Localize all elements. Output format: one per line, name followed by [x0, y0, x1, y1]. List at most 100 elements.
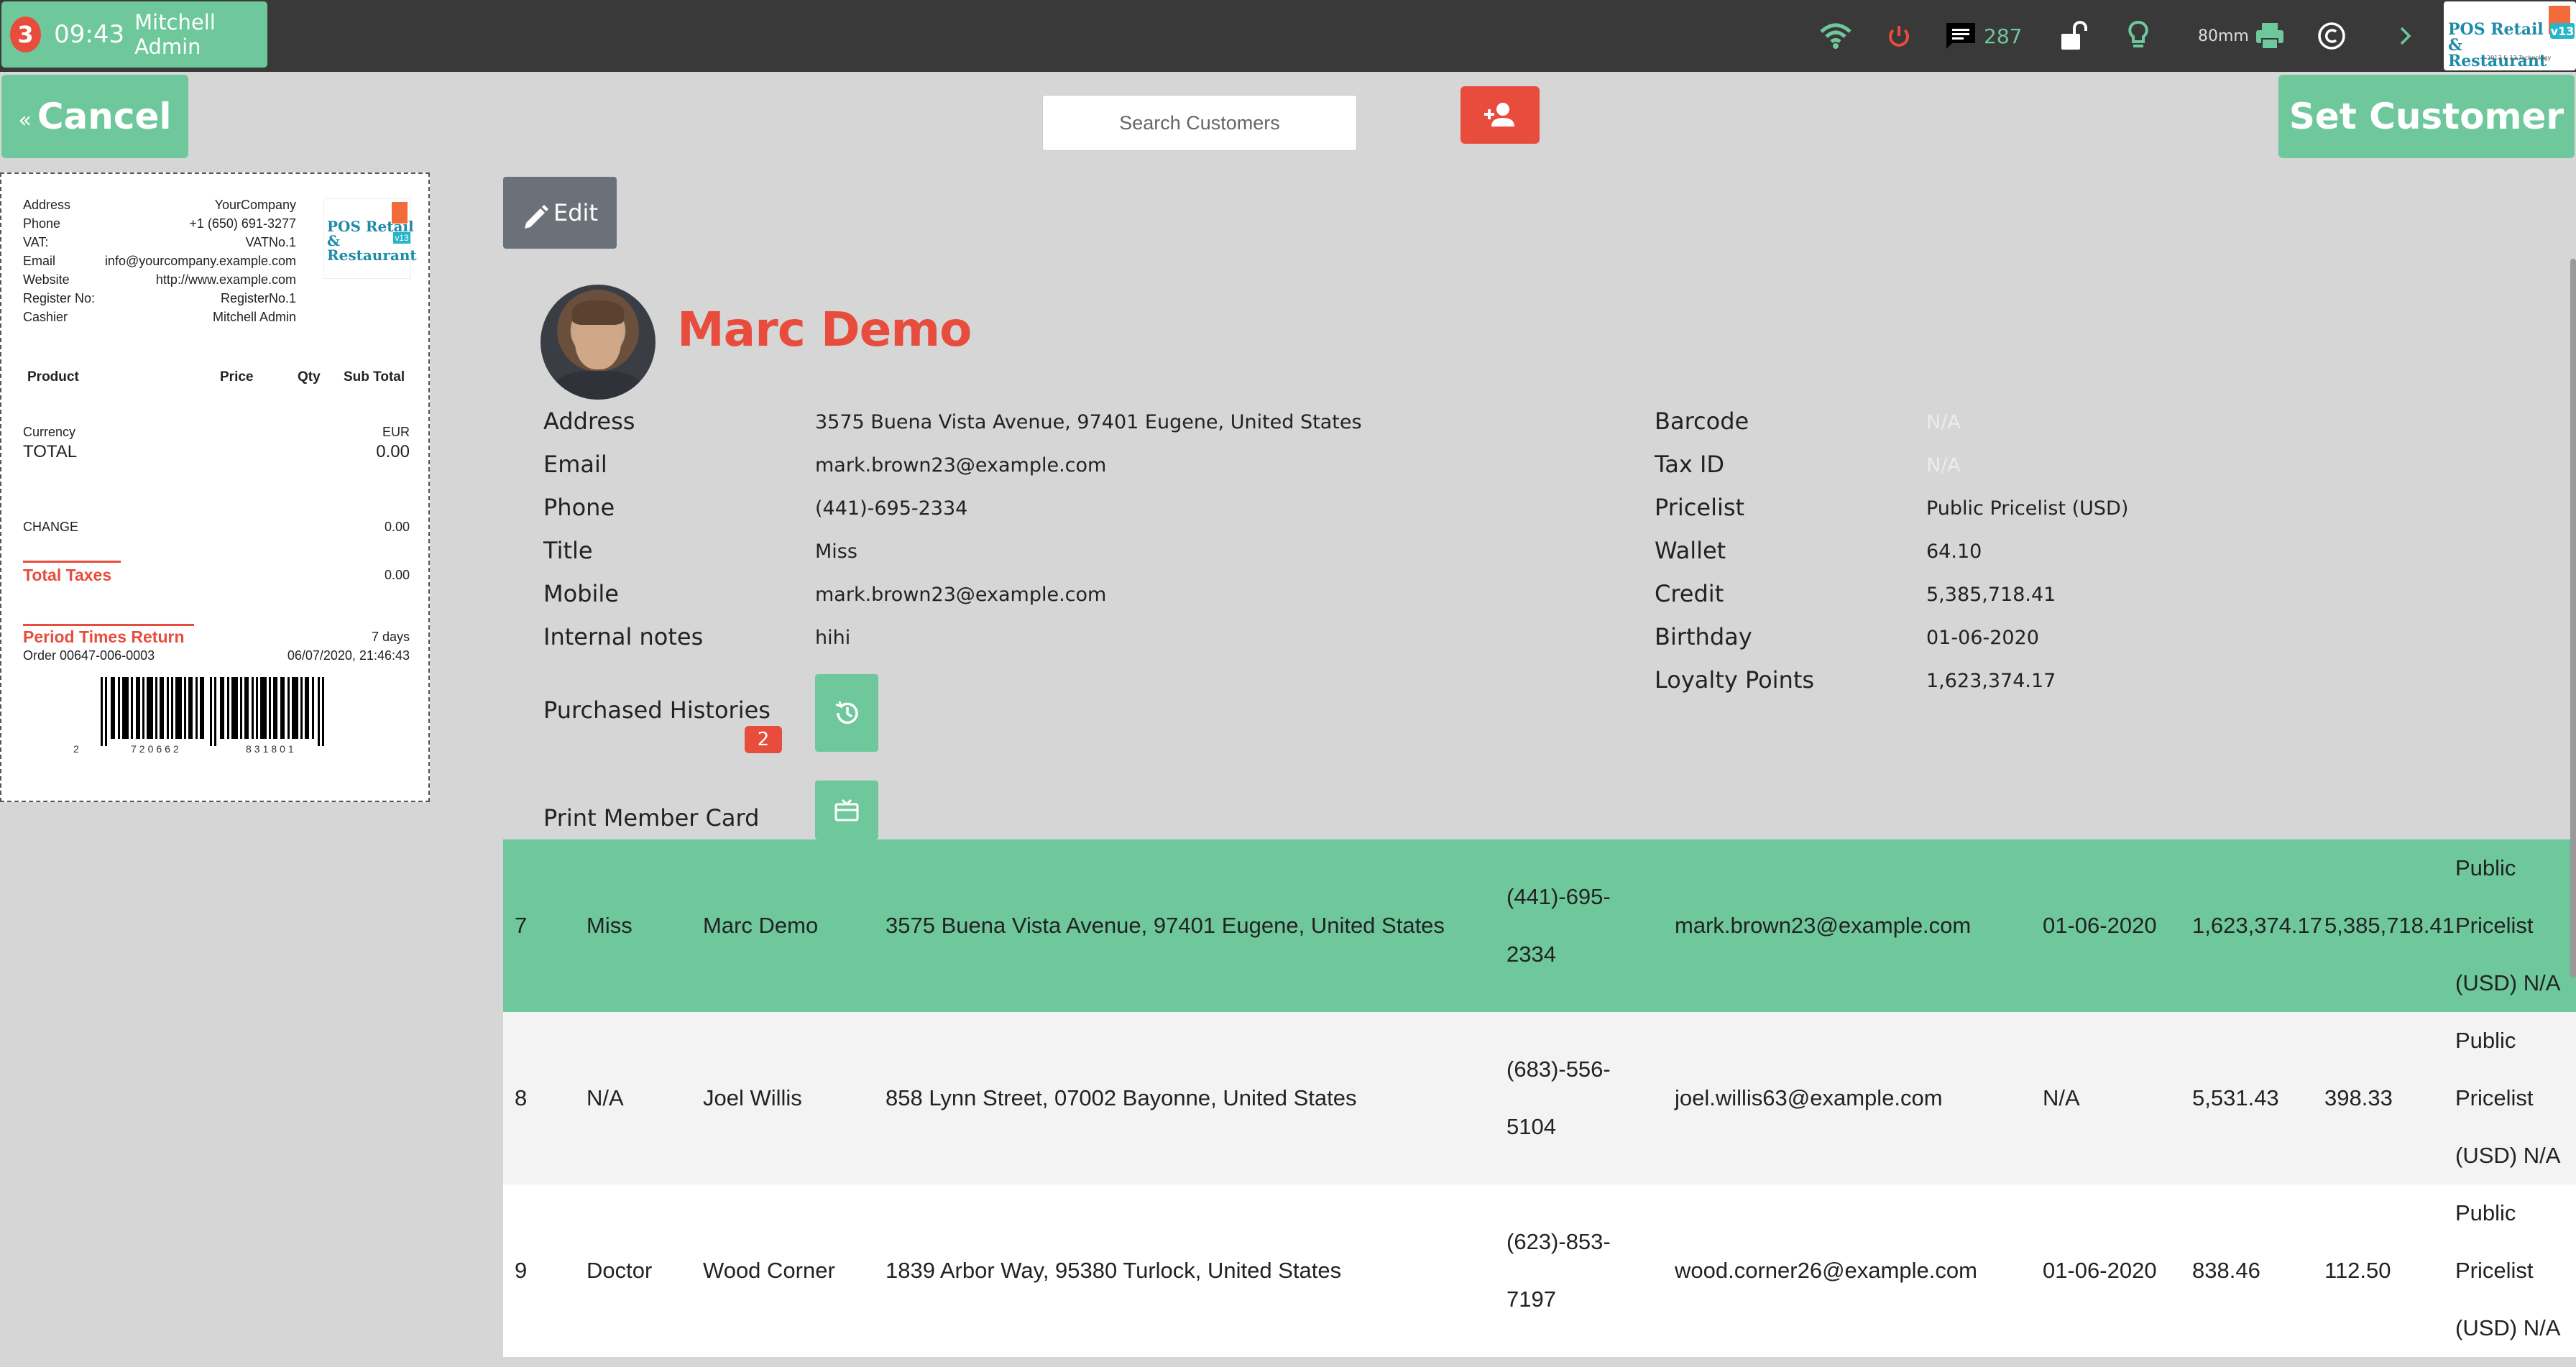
cell-pricelist: Public Pricelist (USD) N/A [2455, 1028, 2561, 1168]
logo-text: POS Retail & Restaurant [2448, 20, 2547, 70]
receipt-info-row: VAT: VATNo.1 [23, 233, 296, 252]
receipt-return: Period Times Return 7 days Order 00647-0… [23, 624, 410, 665]
cell-address: 1839 Arbor Way, 95380 Turlock, United St… [886, 1258, 1342, 1283]
cell-credit: 5,385,718.41 [2324, 913, 2455, 938]
cell-email: joel.willis63@example.com [1675, 1085, 1943, 1110]
field-value-phone: (441)-695-2334 [815, 497, 968, 520]
cancel-label: Cancel [37, 96, 172, 137]
cell-pricelist: Public Pricelist (USD) N/A [2455, 1200, 2561, 1340]
field-label-mobile: Mobile [543, 580, 619, 607]
cell-title: Doctor [586, 1258, 653, 1283]
customer-table: 7 Miss Marc Demo 3575 Buena Vista Avenue… [503, 839, 2576, 1367]
cell-title: Miss [586, 913, 632, 938]
receipt-taxes: Total Taxes 0.00 [23, 561, 410, 584]
field-label-pricelist: Pricelist [1655, 494, 1745, 521]
power-icon[interactable] [1886, 16, 1912, 56]
receipt-company-info: Address YourCompany Phone +1 (650) 691-327… [23, 195, 296, 326]
field-label-title: Title [543, 537, 593, 564]
lightbulb-icon[interactable] [2128, 16, 2149, 56]
receipt-info-value: YourCompany [214, 198, 296, 212]
divider [23, 561, 121, 563]
order-date: 06/07/2020, 21:46:43 [287, 648, 410, 663]
receipt-info-value: info@yourcompany.example.com [104, 254, 296, 268]
cell-loyalty: 5,531.43 [2192, 1085, 2279, 1110]
divider [23, 624, 194, 626]
printer-button[interactable]: 80mm [2198, 16, 2285, 56]
field-label-phone: Phone [543, 494, 615, 521]
company-logo: POS Retail & Restaurant v13 2017 & 13 Te… [2444, 1, 2576, 70]
field-value-address: 3575 Buena Vista Avenue, 97401 Eugene, U… [815, 411, 1362, 433]
table-row[interactable]: 8 N/A Joel Willis 858 Lynn Street, 07002… [503, 1012, 2576, 1184]
field-label-wallet: Wallet [1655, 537, 1726, 564]
edit-button[interactable]: Edit [503, 177, 617, 249]
wifi-icon[interactable] [1818, 16, 1853, 56]
barcode-digit-group: 720662 [131, 743, 182, 755]
purchased-histories-button[interactable] [815, 674, 878, 752]
currency-value: EUR [382, 425, 410, 439]
card-gift-icon [834, 798, 859, 821]
receipt-column-header: Price [220, 369, 254, 385]
session-number: 3 [10, 17, 42, 52]
cell-title: N/A [586, 1085, 624, 1110]
cell-birthday: 01-06-2020 [2043, 1258, 2157, 1283]
field-label-internal-notes: Internal notes [543, 623, 704, 650]
unlock-icon[interactable] [2060, 16, 2089, 56]
copyright-icon[interactable] [2317, 16, 2346, 56]
cell-email: wood.corner26@example.com [1675, 1258, 1977, 1283]
cell-id: 8 [515, 1085, 528, 1110]
field-value-credit: 5,385,718.41 [1926, 584, 2056, 606]
receipt-info-row: Website http://www.example.com [23, 270, 296, 289]
scrollbar[interactable] [2570, 259, 2576, 977]
cell-phone: (441)-695-2334 [1506, 884, 1611, 967]
receipt-info-label: Email [23, 254, 56, 268]
double-chevron-left-icon: « [18, 107, 32, 133]
pencil-icon [525, 205, 549, 229]
field-value-email: mark.brown23@example.com [815, 454, 1107, 477]
total-value: 0.00 [376, 442, 410, 461]
receipt-column-header: Sub Total [344, 369, 405, 385]
set-customer-button[interactable]: Set Customer [2278, 75, 2575, 158]
receipt-logo-version: v13 [393, 232, 410, 244]
change-label: CHANGE [23, 520, 79, 534]
cell-loyalty: 1,623,374.17 [2192, 913, 2323, 938]
cell-name: Wood Corner [703, 1258, 835, 1283]
session-badge[interactable]: 3 09:43 Mitchell Admin [1, 1, 267, 68]
cell-phone: (683)-556-5104 [1506, 1057, 1611, 1139]
clock-time: 09:43 [54, 20, 125, 49]
field-value-wallet: 64.10 [1926, 540, 1982, 563]
receipt-info-label: VAT: [23, 235, 49, 249]
receipt-change: CHANGE 0.00 [23, 517, 410, 536]
field-value-birthday: 01-06-2020 [1926, 627, 2039, 649]
total-label: TOTAL [23, 442, 78, 461]
table-row[interactable]: 9 Doctor Wood Corner 1839 Arbor Way, 953… [503, 1184, 2576, 1357]
receipt-info-row: Address YourCompany [23, 195, 296, 214]
messages-button[interactable]: 287 [1945, 16, 2022, 56]
receipt-info-label: Register No: [23, 291, 96, 305]
chevron-right-icon[interactable] [2398, 16, 2414, 56]
search-input[interactable] [1043, 111, 1356, 135]
barcode-image [101, 677, 324, 746]
add-customer-button[interactable] [1460, 86, 1540, 144]
barcode-digit-group: 831801 [246, 743, 297, 755]
cancel-button[interactable]: « Cancel [1, 75, 188, 158]
receipt-logo: POS Retail & Restaurant v13 [323, 198, 417, 279]
receipt-info-value: VATNo.1 [245, 235, 296, 249]
receipt-info-value: +1 (650) 691-3277 [189, 216, 296, 231]
change-value: 0.00 [384, 520, 410, 534]
receipt-info-row: Phone +1 (650) 691-3277 [23, 214, 296, 233]
message-count: 287 [1984, 24, 2023, 48]
receipt-info-label: Address [23, 198, 71, 212]
receipt-info-row: Cashier Mitchell Admin [23, 308, 296, 326]
taxes-label: Total Taxes [23, 566, 112, 584]
cell-name: Joel Willis [703, 1085, 802, 1110]
receipt-currency: Currency EUR [23, 423, 410, 441]
table-row[interactable]: 7 Miss Marc Demo 3575 Buena Vista Avenue… [503, 839, 2576, 1012]
field-label-tax-id: Tax ID [1655, 451, 1725, 478]
search-customers-field[interactable] [1042, 95, 1357, 151]
print-member-card-button[interactable] [815, 781, 878, 839]
field-label-address: Address [543, 408, 635, 435]
cell-pricelist: Public Pricelist (USD) N/A [2455, 855, 2561, 995]
receipt-total: TOTAL 0.00 [23, 443, 410, 461]
return-value: 7 days [371, 630, 410, 644]
cell-birthday: 01-06-2020 [2043, 913, 2157, 938]
